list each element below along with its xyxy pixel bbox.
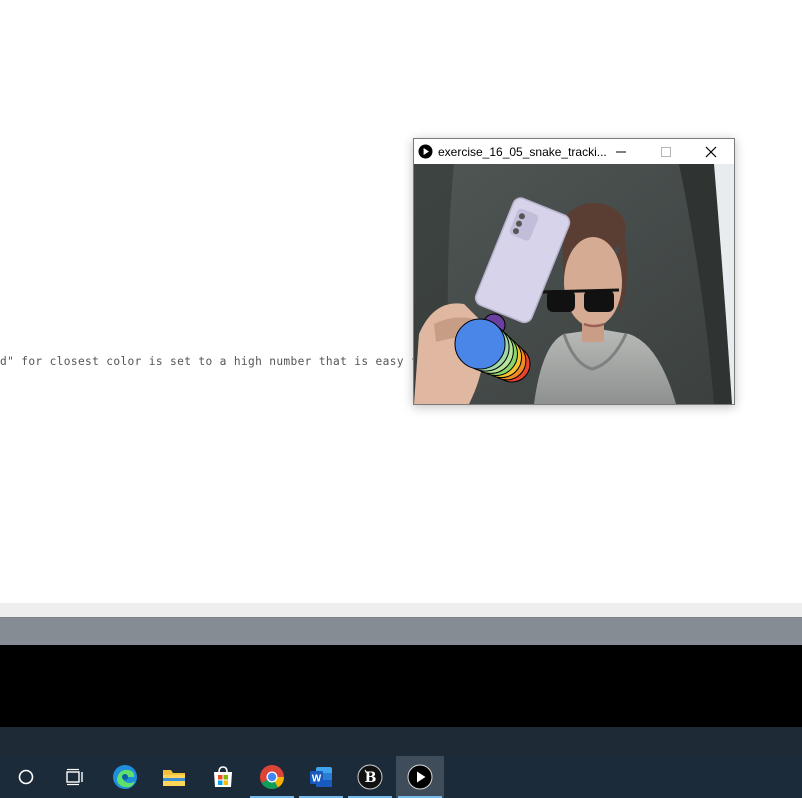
window-title: exercise_16_05_snake_tracki... <box>438 145 607 159</box>
webcam-photo <box>414 164 734 404</box>
sketch-window[interactable]: exercise_16_05_snake_tracki... <box>413 138 735 405</box>
processing-play-icon <box>418 144 433 159</box>
minimize-button[interactable] <box>598 139 643 164</box>
maximize-icon <box>660 146 671 157</box>
word-icon: W <box>310 767 332 787</box>
console-header <box>0 617 802 645</box>
code-line: d" for closest color is set to a high nu… <box>0 355 426 368</box>
console-footer <box>0 727 802 756</box>
sketch-window-titlebar[interactable]: exercise_16_05_snake_tracki... <box>414 139 734 164</box>
task-view-icon <box>66 768 83 786</box>
console-area[interactable] <box>0 645 802 727</box>
edge-button[interactable] <box>101 756 149 798</box>
chrome-button[interactable] <box>248 756 296 798</box>
cortana-search-button[interactable] <box>2 756 50 798</box>
snake-head <box>454 318 506 370</box>
chrome-icon <box>260 765 284 790</box>
close-icon <box>705 146 716 157</box>
minimize-icon <box>615 151 626 152</box>
editor-scroll-strip <box>0 603 802 617</box>
play-icon <box>407 764 433 790</box>
windows-taskbar: W B <box>0 756 802 798</box>
svg-text:W: W <box>312 774 322 785</box>
edge-icon <box>113 765 137 789</box>
word-button[interactable]: W <box>297 756 345 798</box>
store-icon <box>214 766 232 787</box>
processing-ide-button[interactable]: B <box>346 756 394 798</box>
processing-icon: B <box>357 764 383 790</box>
close-button[interactable] <box>688 139 733 164</box>
file-explorer-button[interactable] <box>150 756 198 798</box>
maximize-button[interactable] <box>643 139 688 164</box>
folder-icon <box>163 770 185 786</box>
webcam-canvas[interactable] <box>414 164 734 404</box>
task-view-button[interactable] <box>51 756 99 798</box>
circle-icon <box>18 769 34 785</box>
sketch-window-button[interactable] <box>396 756 444 798</box>
store-button[interactable] <box>199 756 247 798</box>
